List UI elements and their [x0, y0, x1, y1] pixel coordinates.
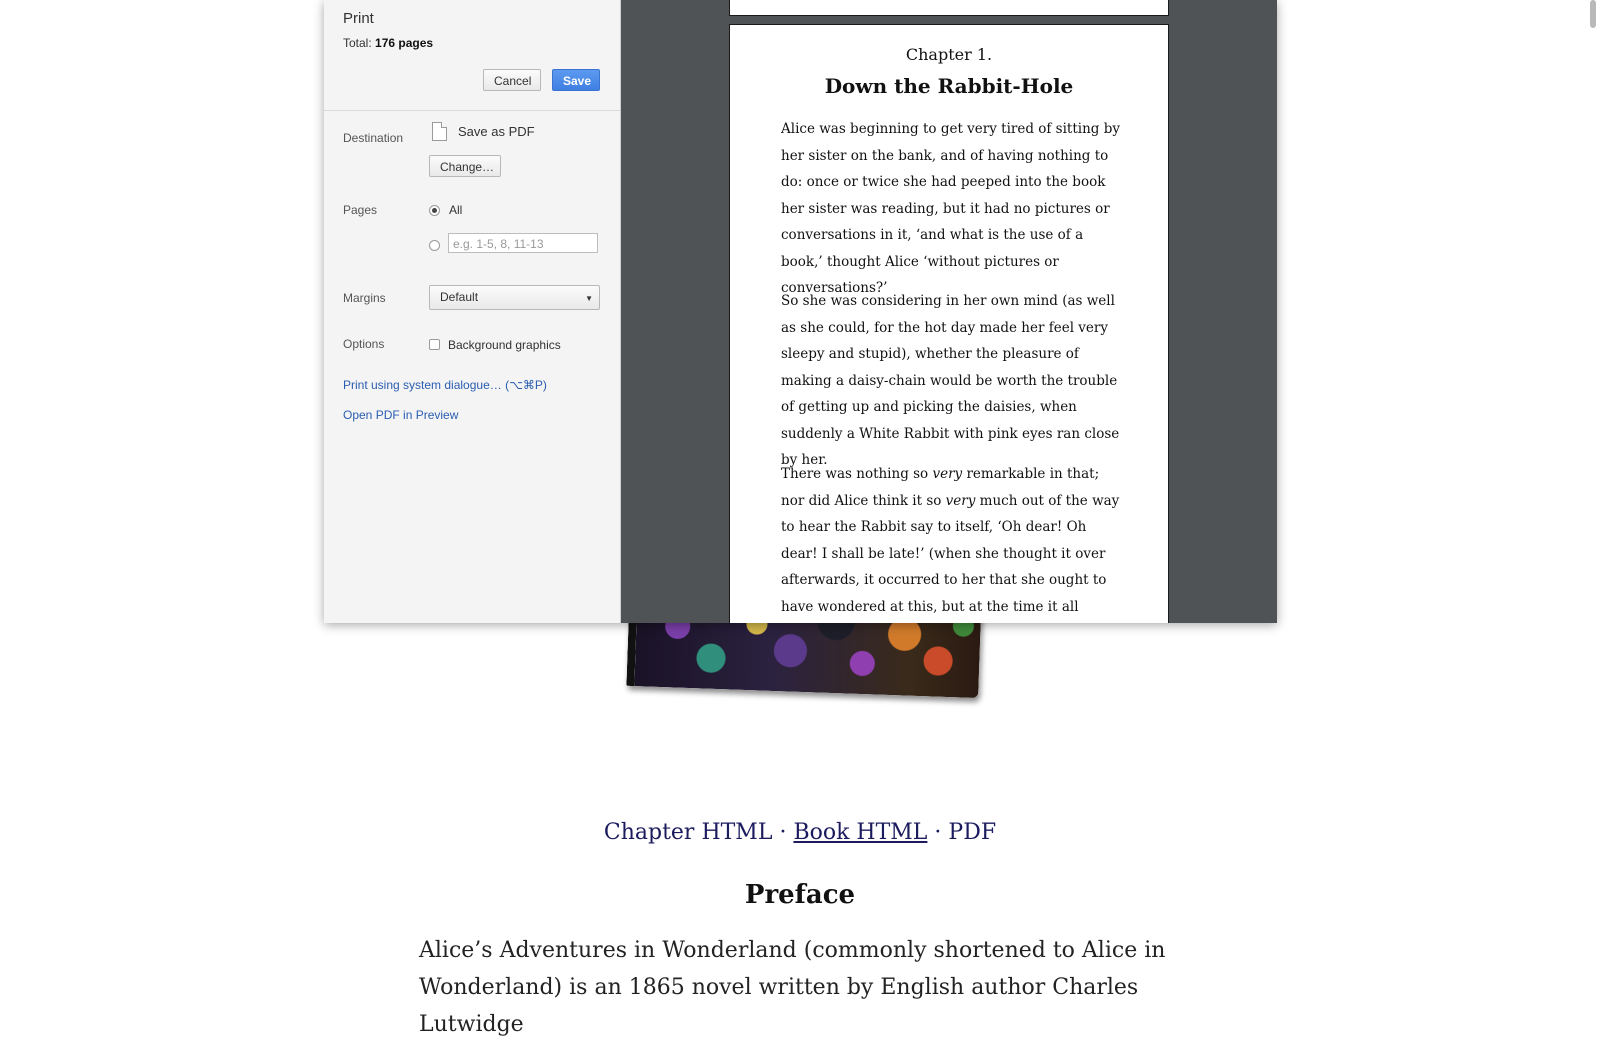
link-separator: · — [927, 820, 949, 845]
total-pages: Total: 176 pages — [343, 36, 433, 50]
pdf-file-icon — [432, 122, 447, 141]
margins-selected-value: Default — [440, 290, 479, 304]
emphasis: very — [932, 466, 963, 482]
print-settings-panel: Print Total: 176 pages Cancel Save Desti… — [324, 0, 621, 623]
chapter-html-link[interactable]: Chapter HTML — [604, 820, 773, 845]
paragraph-1: Alice was beginning to get very tired of… — [781, 121, 1120, 296]
chapter-number: Chapter 1. — [905, 45, 993, 64]
options-label: Options — [343, 337, 385, 351]
emphasis: very — [945, 492, 976, 509]
paragraph-3-text: There was nothing so — [781, 466, 933, 482]
pages-range-input[interactable]: e.g. 1-5, 8, 11-13 — [448, 233, 598, 253]
paragraph-3: There was nothing so very remarkable in … — [781, 461, 1121, 623]
margins-select[interactable]: Default ▼ — [429, 285, 600, 310]
paragraph-2: So she was considering in her own mind (… — [781, 293, 1120, 468]
chapter-title: Down the Rabbit-Hole — [824, 74, 1074, 98]
pages-label: Pages — [343, 203, 378, 217]
pages-range-radio[interactable] — [429, 240, 440, 251]
previous-page-preview — [729, 0, 1169, 16]
open-pdf-preview-link[interactable]: Open PDF in Preview — [343, 408, 458, 422]
save-button[interactable]: Save — [552, 69, 600, 91]
pages-all-radio[interactable] — [429, 205, 440, 216]
pages-all-label: All — [449, 203, 463, 217]
preview-page: Chapter 1. Down the Rabbit-Hole Alice wa… — [729, 24, 1169, 623]
print-preview-area[interactable]: Chapter 1. Down the Rabbit-Hole Alice wa… — [621, 0, 1277, 623]
total-prefix: Total: — [343, 36, 376, 50]
destination-label: Destination — [343, 131, 404, 145]
destination-value: Save as PDF — [458, 124, 535, 139]
divider — [324, 110, 620, 111]
preface-text: Alice’s Adventures in Wonderland (common… — [419, 938, 1166, 1037]
book-html-link[interactable]: Book HTML — [793, 820, 927, 845]
margins-label: Margins — [343, 291, 386, 305]
format-links: Chapter HTML · Book HTML · PDF — [0, 820, 1600, 845]
system-dialog-link[interactable]: Print using system dialogue… (⌥⌘P) — [343, 378, 547, 392]
cancel-button[interactable]: Cancel — [483, 69, 541, 91]
page-scrollbar[interactable] — [1590, 0, 1596, 28]
chevron-down-icon: ▼ — [585, 294, 593, 303]
background-graphics-checkbox[interactable] — [429, 339, 440, 350]
link-separator: · — [772, 820, 794, 845]
change-destination-button[interactable]: Change… — [429, 155, 501, 177]
dialog-title: Print — [343, 10, 374, 27]
paragraph-3-text: much out of the way to hear the Rabbit s… — [781, 492, 1120, 615]
background-graphics-label: Background graphics — [448, 338, 561, 352]
preface-heading: Preface — [744, 880, 856, 910]
total-value: 176 pages — [375, 36, 434, 50]
print-dialog: Print Total: 176 pages Cancel Save Desti… — [324, 0, 1277, 623]
pdf-link[interactable]: PDF — [948, 820, 996, 845]
